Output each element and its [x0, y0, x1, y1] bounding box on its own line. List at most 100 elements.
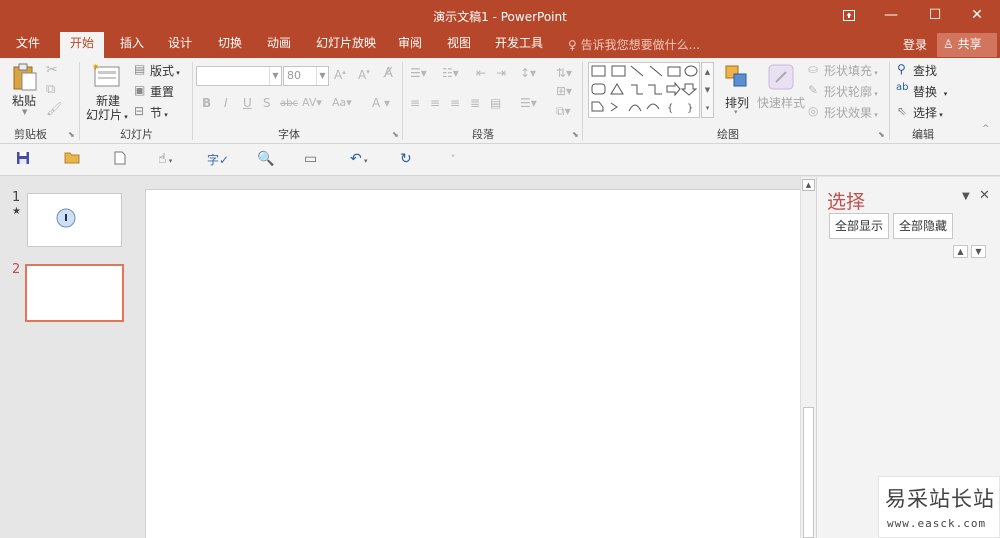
strikethrough-icon[interactable]: abc: [280, 98, 298, 109]
customize-qat-icon[interactable]: •: [450, 151, 456, 162]
paste-dropdown-icon[interactable]: ▼: [22, 108, 27, 116]
shadow-icon[interactable]: S: [263, 96, 271, 110]
new-slide-button[interactable]: ✷: [92, 62, 122, 90]
change-case-icon[interactable]: Aa▾: [332, 96, 352, 109]
hide-all-button[interactable]: 全部隐藏: [893, 213, 953, 239]
group-separator: [889, 62, 890, 140]
tab-home[interactable]: 开始: [60, 32, 104, 58]
paragraph-launcher-icon[interactable]: ⬊: [572, 130, 579, 139]
increase-indent-icon[interactable]: ⇥: [496, 66, 506, 80]
bullets-icon[interactable]: ☰▾: [410, 66, 427, 80]
collapse-ribbon-icon[interactable]: ^: [982, 124, 990, 134]
clipboard-launcher-icon[interactable]: ⬊: [68, 130, 75, 139]
drawing-launcher-icon[interactable]: ⬊: [878, 130, 885, 139]
numbering-icon[interactable]: ☷▾: [442, 66, 459, 80]
tab-insert[interactable]: 插入: [110, 32, 154, 58]
vertical-scrollbar[interactable]: ▲: [800, 177, 816, 538]
shape-fill-button[interactable]: 形状填充 ▾: [824, 62, 878, 79]
bold-icon[interactable]: B: [202, 96, 211, 110]
shapes-gallery-scroll[interactable]: ▲ ▼ ▾: [701, 62, 714, 118]
shapes-gallery[interactable]: {}: [588, 62, 700, 118]
copy-icon[interactable]: ⧉: [46, 82, 55, 97]
tell-me-search[interactable]: ♀ 告诉我您想要做什么...: [568, 36, 700, 53]
tab-slideshow[interactable]: 幻灯片放映: [310, 32, 382, 58]
lightbulb-icon: ♀: [568, 38, 577, 52]
new-slide-label-2: 幻灯片 ▾: [86, 108, 128, 122]
close-button[interactable]: ✕: [954, 0, 1000, 30]
font-color-icon[interactable]: A ▾: [372, 96, 390, 110]
slideshow-from-start-icon[interactable]: ▭: [304, 151, 317, 167]
shrink-font-icon[interactable]: A▾: [358, 68, 370, 82]
drawing-group-label: 绘图: [717, 128, 739, 141]
shape-effects-icon: ◎: [808, 104, 819, 118]
shape-outline-button[interactable]: 形状轮廓 ▾: [824, 83, 878, 100]
align-left-icon[interactable]: ≡: [410, 96, 420, 110]
select-button[interactable]: 选择 ▾: [913, 104, 943, 121]
tab-animations[interactable]: 动画: [257, 32, 301, 58]
distributed-icon[interactable]: ▤: [490, 96, 501, 110]
svg-text:}: }: [687, 103, 693, 114]
justify-icon[interactable]: ≣: [470, 96, 480, 110]
tab-file[interactable]: 文件: [6, 32, 50, 58]
spelling-icon[interactable]: 字✓: [207, 151, 229, 168]
underline-icon[interactable]: U: [243, 96, 252, 110]
align-center-icon[interactable]: ≡: [430, 96, 440, 110]
grow-font-icon[interactable]: A▴: [334, 68, 346, 82]
layout-button[interactable]: 版式 ▾: [150, 62, 180, 79]
tab-transitions[interactable]: 切换: [208, 32, 252, 58]
minimize-button[interactable]: —: [868, 0, 914, 30]
person-icon: ♙: [943, 37, 954, 51]
slide-thumbnail-2[interactable]: [25, 264, 124, 322]
format-painter-icon[interactable]: 🖌: [46, 102, 63, 117]
reset-icon: ▣: [134, 83, 146, 97]
line-spacing-icon[interactable]: ↕▾: [520, 66, 536, 80]
slide-canvas[interactable]: [145, 189, 800, 538]
font-name-combo[interactable]: ▼: [196, 66, 282, 86]
touch-mode-icon[interactable]: ☝ ▾: [158, 151, 172, 167]
paste-button[interactable]: [10, 62, 40, 94]
quick-styles-button[interactable]: 快速样式: [757, 94, 805, 111]
maximize-button[interactable]: ☐: [912, 0, 958, 30]
tab-design[interactable]: 设计: [158, 32, 202, 58]
scrollbar-thumb[interactable]: [803, 407, 814, 538]
new-document-icon[interactable]: [114, 151, 126, 169]
reset-button[interactable]: 重置: [150, 83, 174, 100]
bring-forward-icon[interactable]: ▲: [953, 245, 968, 258]
tab-developer[interactable]: 开发工具: [490, 32, 548, 58]
tab-view[interactable]: 视图: [437, 32, 481, 58]
sign-in-link[interactable]: 登录: [903, 36, 927, 53]
align-right-icon[interactable]: ≡: [450, 96, 460, 110]
show-all-button[interactable]: 全部显示: [829, 213, 889, 239]
save-icon[interactable]: [16, 151, 30, 169]
replace-button[interactable]: 替换 ▾: [913, 83, 947, 100]
arrange-dropdown-icon[interactable]: ▾: [734, 108, 738, 116]
smartart-icon[interactable]: ⧉▾: [556, 104, 571, 119]
shape-effects-button[interactable]: 形状效果 ▾: [824, 104, 878, 121]
open-folder-icon[interactable]: [64, 151, 80, 168]
font-launcher-icon[interactable]: ⬊: [392, 130, 399, 139]
cut-icon[interactable]: ✂: [46, 62, 58, 78]
text-direction-icon[interactable]: ⇅▾: [556, 66, 572, 80]
scroll-up-icon[interactable]: ▲: [802, 179, 815, 191]
group-separator: [402, 62, 403, 140]
decrease-indent-icon[interactable]: ⇤: [476, 66, 486, 80]
character-spacing-icon[interactable]: AV▾: [302, 96, 322, 109]
clear-formatting-icon[interactable]: A̸: [384, 66, 393, 81]
italic-icon[interactable]: I: [224, 96, 228, 110]
share-button[interactable]: ♙ 共享: [937, 33, 997, 57]
send-backward-icon[interactable]: ▼: [971, 245, 986, 258]
pane-options-icon[interactable]: ▼: [962, 191, 970, 202]
redo-icon[interactable]: ↻: [400, 151, 412, 167]
font-size-combo[interactable]: 80 ▼: [283, 66, 329, 86]
print-preview-icon[interactable]: 🔍: [257, 151, 274, 167]
align-text-icon[interactable]: ⊞▾: [556, 84, 572, 98]
undo-icon[interactable]: ↶ ▾: [350, 151, 367, 167]
find-button[interactable]: 查找: [913, 62, 937, 79]
slide-thumbnail-1[interactable]: [27, 193, 122, 247]
svg-text:{: {: [667, 103, 673, 114]
columns-icon[interactable]: ☰▾: [520, 96, 537, 110]
section-button[interactable]: 节 ▾: [150, 104, 168, 121]
ribbon-display-options-button[interactable]: [826, 0, 872, 30]
tab-review[interactable]: 审阅: [388, 32, 432, 58]
pane-close-icon[interactable]: ✕: [979, 188, 990, 203]
